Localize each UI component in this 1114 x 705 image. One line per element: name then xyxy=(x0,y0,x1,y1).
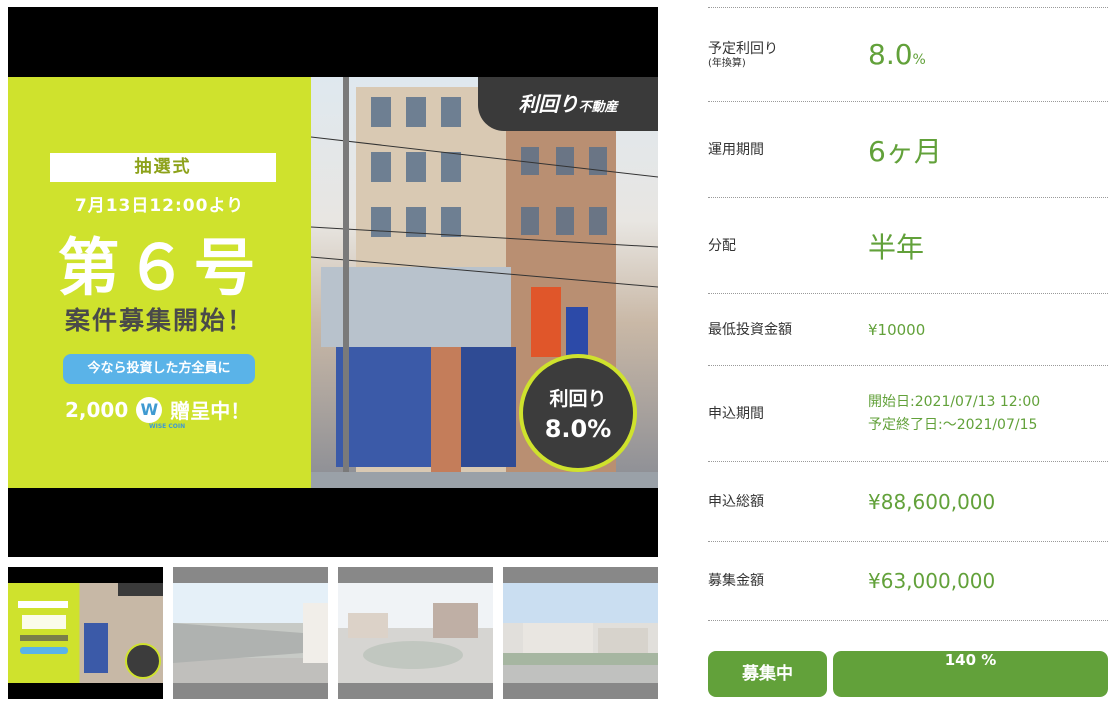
application-start: 開始日:2021/07/13 12:00 xyxy=(868,393,1041,410)
bonus-pill: 今なら投資した方全員に xyxy=(63,354,255,384)
thumbnail-station-graphic xyxy=(173,603,328,663)
building-photo: 利回り不動産 利回り 8.0% xyxy=(311,77,658,488)
thumbnail-campaign-image xyxy=(8,583,163,683)
thumbnail-station-image xyxy=(173,583,328,683)
row-application-period: 申込期間 開始日:2021/07/13 12:00 予定終了日:～2021/07… xyxy=(708,365,1108,461)
recruit-start-text: 案件募集開始！ xyxy=(64,306,254,335)
recruiting-status-badge: 募集中 xyxy=(708,651,827,697)
min-investment-value: ¥10000 xyxy=(868,320,926,339)
thumbnail-3[interactable] xyxy=(338,567,493,699)
funding-progress-bar: 140 % xyxy=(833,651,1108,697)
target-amount-label: 募集金額 xyxy=(708,573,764,589)
row-expected-yield: 予定利回り (年換算) 8.0% xyxy=(708,7,1108,101)
total-applied-label: 申込総額 xyxy=(708,493,764,510)
period-value: 6ヶ月 xyxy=(868,134,942,168)
row-min-investment: 最低投資金額 ¥10000 xyxy=(708,293,1108,365)
thumbnail-strip xyxy=(8,567,658,699)
brand-badge: 利回り不動産 xyxy=(478,77,658,131)
brand-badge-sub: 不動産 xyxy=(578,100,618,115)
yield-circle-badge: 利回り 8.0% xyxy=(519,354,637,472)
thumbnail-2[interactable] xyxy=(173,567,328,699)
campaign-banner-image: 抽選式 7月13日12:00より 第６号 案件募集開始！ 今なら投資した方全員に… xyxy=(8,77,658,488)
distribution-value: 半年 xyxy=(868,230,925,264)
expected-yield-sublabel: (年換算) xyxy=(708,57,746,69)
table-bottom-divider xyxy=(708,620,1108,621)
wise-coin-icon: W xyxy=(136,396,163,423)
row-total-applied: 申込総額 ¥88,600,000 xyxy=(708,461,1108,541)
row-target-amount: 募集金額 ¥63,000,000 xyxy=(708,541,1108,620)
thumbnail-roundabout-image xyxy=(338,583,493,683)
expected-yield-value: 8.0% xyxy=(868,38,926,71)
main-image-viewer[interactable]: 抽選式 7月13日12:00より 第６号 案件募集開始！ 今なら投資した方全員に… xyxy=(8,7,658,557)
application-end: 予定終了日:～2021/07/15 xyxy=(868,416,1038,433)
coin-name: WISE COIN xyxy=(149,423,186,430)
brand-badge-main: 利回り xyxy=(518,92,579,116)
min-investment-label: 最低投資金額 xyxy=(708,321,792,338)
row-distribution: 分配 半年 xyxy=(708,197,1108,293)
thumbnail-roundabout-graphic xyxy=(348,603,478,669)
yield-circle-value: 8.0% xyxy=(544,415,612,443)
coin-bonus-line: 2,000 W 贈呈中！ xyxy=(65,395,250,424)
expected-yield-label: 予定利回り (年換算) xyxy=(708,40,868,70)
coin-amount: 2,000 xyxy=(65,397,129,422)
application-period-value: 開始日:2021/07/13 12:00 予定終了日:～2021/07/15 xyxy=(868,391,1040,437)
progress-text: 140 % xyxy=(944,651,997,669)
thumbnail-campaign-graphic xyxy=(18,583,163,679)
period-label: 運用期間 xyxy=(708,141,764,158)
issue-number: 第６号 xyxy=(57,231,262,304)
start-date-line: 7月13日12:00より xyxy=(74,196,245,216)
target-amount-value: ¥63,000,000 xyxy=(868,569,996,593)
thumbnail-1[interactable] xyxy=(8,567,163,699)
thumbnail-cityscape-image xyxy=(503,583,658,683)
thumbnail-cityscape-graphic xyxy=(503,623,658,665)
distribution-label: 分配 xyxy=(708,237,736,254)
coin-suffix: 贈呈中！ xyxy=(170,399,251,423)
thumbnail-4[interactable] xyxy=(503,567,658,699)
total-applied-value: ¥88,600,000 xyxy=(868,489,996,514)
lottery-tag: 抽選式 xyxy=(50,153,276,182)
expected-yield-unit: % xyxy=(912,52,926,68)
application-period-label: 申込期間 xyxy=(708,405,764,422)
row-period: 運用期間 6ヶ月 xyxy=(708,101,1108,197)
banner-text-panel: 抽選式 7月13日12:00より 第６号 案件募集開始！ 今なら投資した方全員に… xyxy=(8,77,311,488)
yield-circle-label: 利回り xyxy=(549,388,607,410)
expected-yield-number: 8.0 xyxy=(868,38,913,71)
expected-yield-label-text: 予定利回り xyxy=(708,40,778,57)
